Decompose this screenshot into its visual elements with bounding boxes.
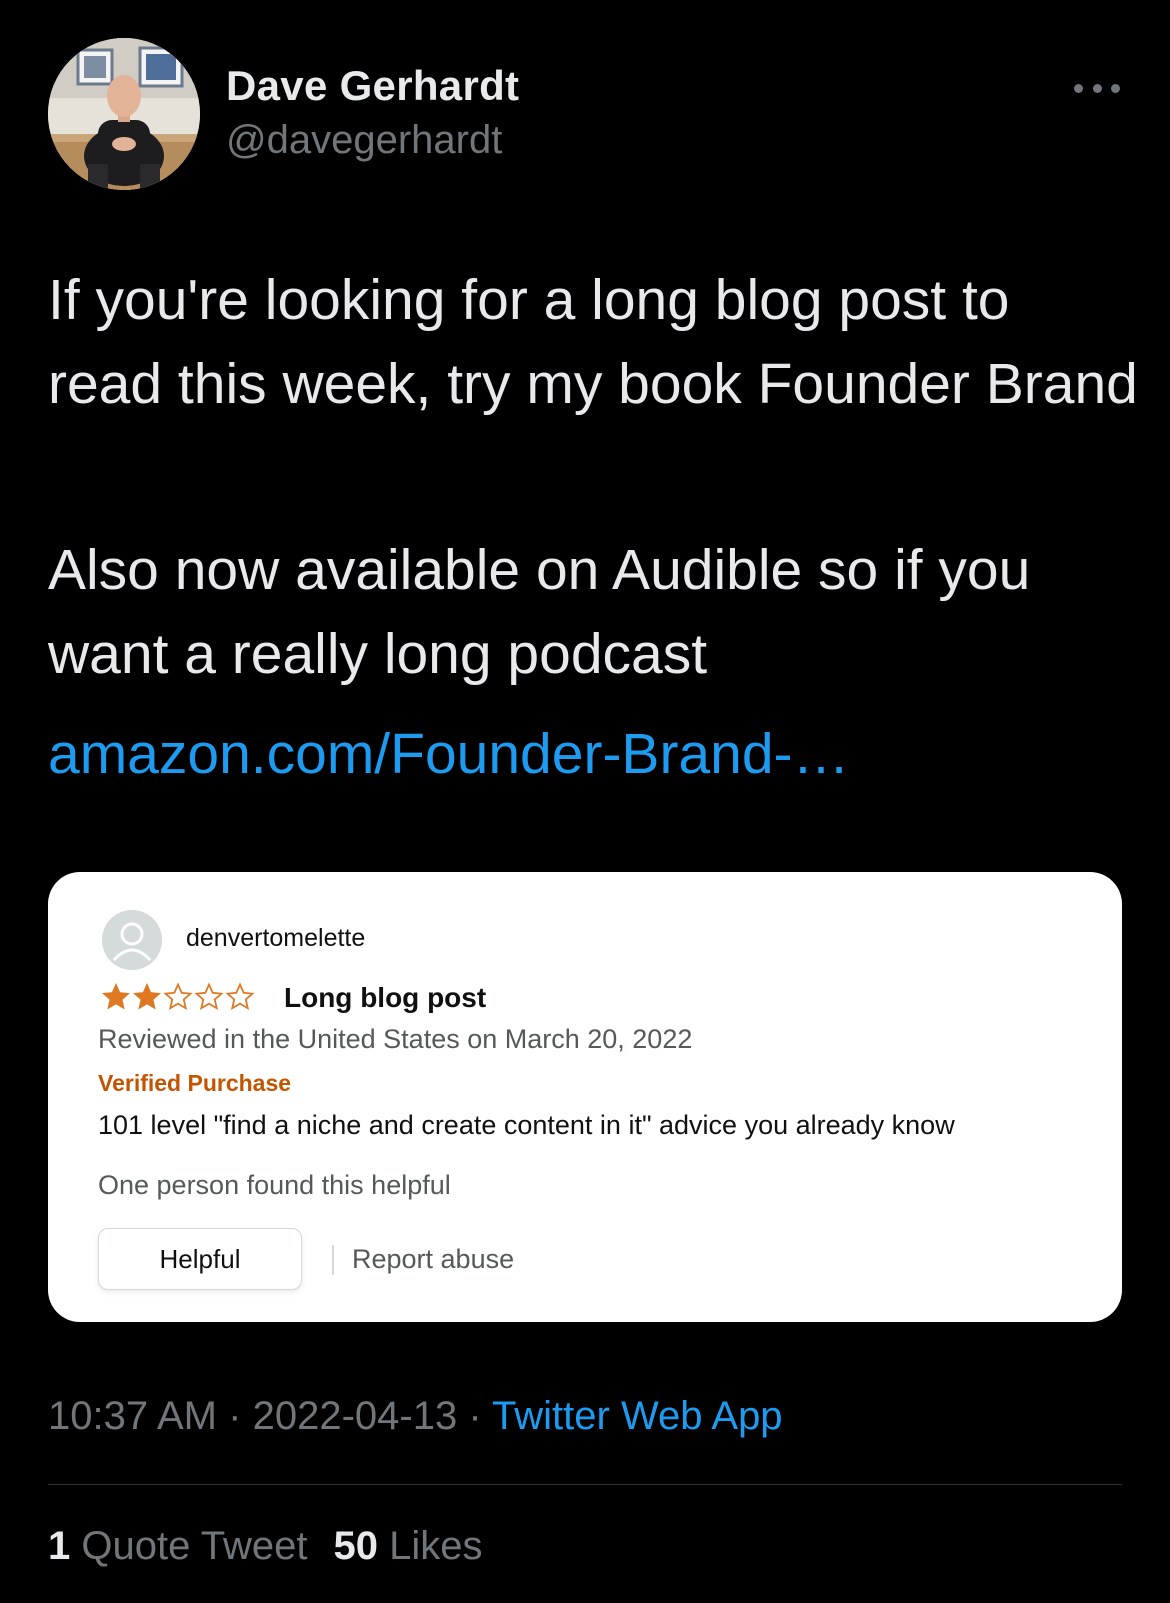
star-filled-icon: [101, 982, 131, 1010]
review-title: Long blog post: [284, 982, 487, 1013]
review-body: 101 level "find a niche and create conte…: [98, 1110, 955, 1140]
reviewer-avatar-icon: [102, 910, 162, 970]
tweet-text-paragraph-1: If you're looking for a long blog post t…: [48, 268, 1138, 416]
star-rating: [100, 982, 255, 1012]
quote-tweet-label: Quote Tweet: [81, 1524, 308, 1568]
tweet-time[interactable]: 10:37 AM: [48, 1394, 217, 1438]
quote-tweet-count: 1: [48, 1524, 71, 1568]
helpful-button[interactable]: Helpful: [98, 1228, 302, 1290]
dot: [1092, 83, 1102, 93]
star-empty-icon: [163, 982, 193, 1011]
attached-image-review[interactable]: denvertomelette Long blog post Reviewed …: [48, 872, 1122, 1322]
star-empty-icon: [225, 982, 255, 1011]
author-photo: [48, 38, 200, 190]
tweet-stats: 1 Quote Tweet 50 Likes: [48, 1524, 482, 1569]
tweet-meta: 10:37 AM · 2022-04-13 · Twitter Web App: [48, 1394, 783, 1439]
helpful-count: One person found this helpful: [98, 1170, 451, 1200]
review-date: Reviewed in the United States on March 2…: [98, 1024, 693, 1054]
verified-purchase-badge: Verified Purchase: [98, 1070, 292, 1096]
like-label: Likes: [389, 1524, 483, 1568]
stats-divider: [48, 1484, 1122, 1485]
tweet-link[interactable]: amazon.com/Founder-Brand-…: [48, 712, 850, 796]
likes-stat[interactable]: 50 Likes: [333, 1524, 482, 1568]
more-options-icon[interactable]: [1074, 74, 1120, 102]
author-name[interactable]: Dave Gerhardt: [226, 62, 519, 110]
dot: [1111, 83, 1120, 93]
quote-tweets-stat[interactable]: 1 Quote Tweet: [48, 1524, 307, 1568]
divider: [332, 1245, 334, 1275]
like-count: 50: [333, 1524, 378, 1568]
star-empty-icon: [194, 982, 224, 1011]
star-filled-icon: [132, 982, 162, 1010]
reviewer-name: denvertomelette: [186, 924, 366, 952]
report-abuse-link[interactable]: Report abuse: [352, 1244, 514, 1275]
tweet-date[interactable]: 2022-04-13: [253, 1394, 458, 1438]
dot: [1074, 83, 1083, 93]
meta-separator: ·: [468, 1394, 482, 1438]
author-avatar[interactable]: [48, 38, 200, 190]
tweet: Dave Gerhardt @davegerhardt If you're lo…: [0, 0, 1170, 1603]
tweet-text-paragraph-2: Also now available on Audible so if you …: [48, 538, 1031, 686]
author-handle[interactable]: @davegerhardt: [226, 118, 502, 163]
meta-separator: ·: [228, 1394, 242, 1438]
source-app-link[interactable]: Twitter Web App: [492, 1394, 783, 1438]
